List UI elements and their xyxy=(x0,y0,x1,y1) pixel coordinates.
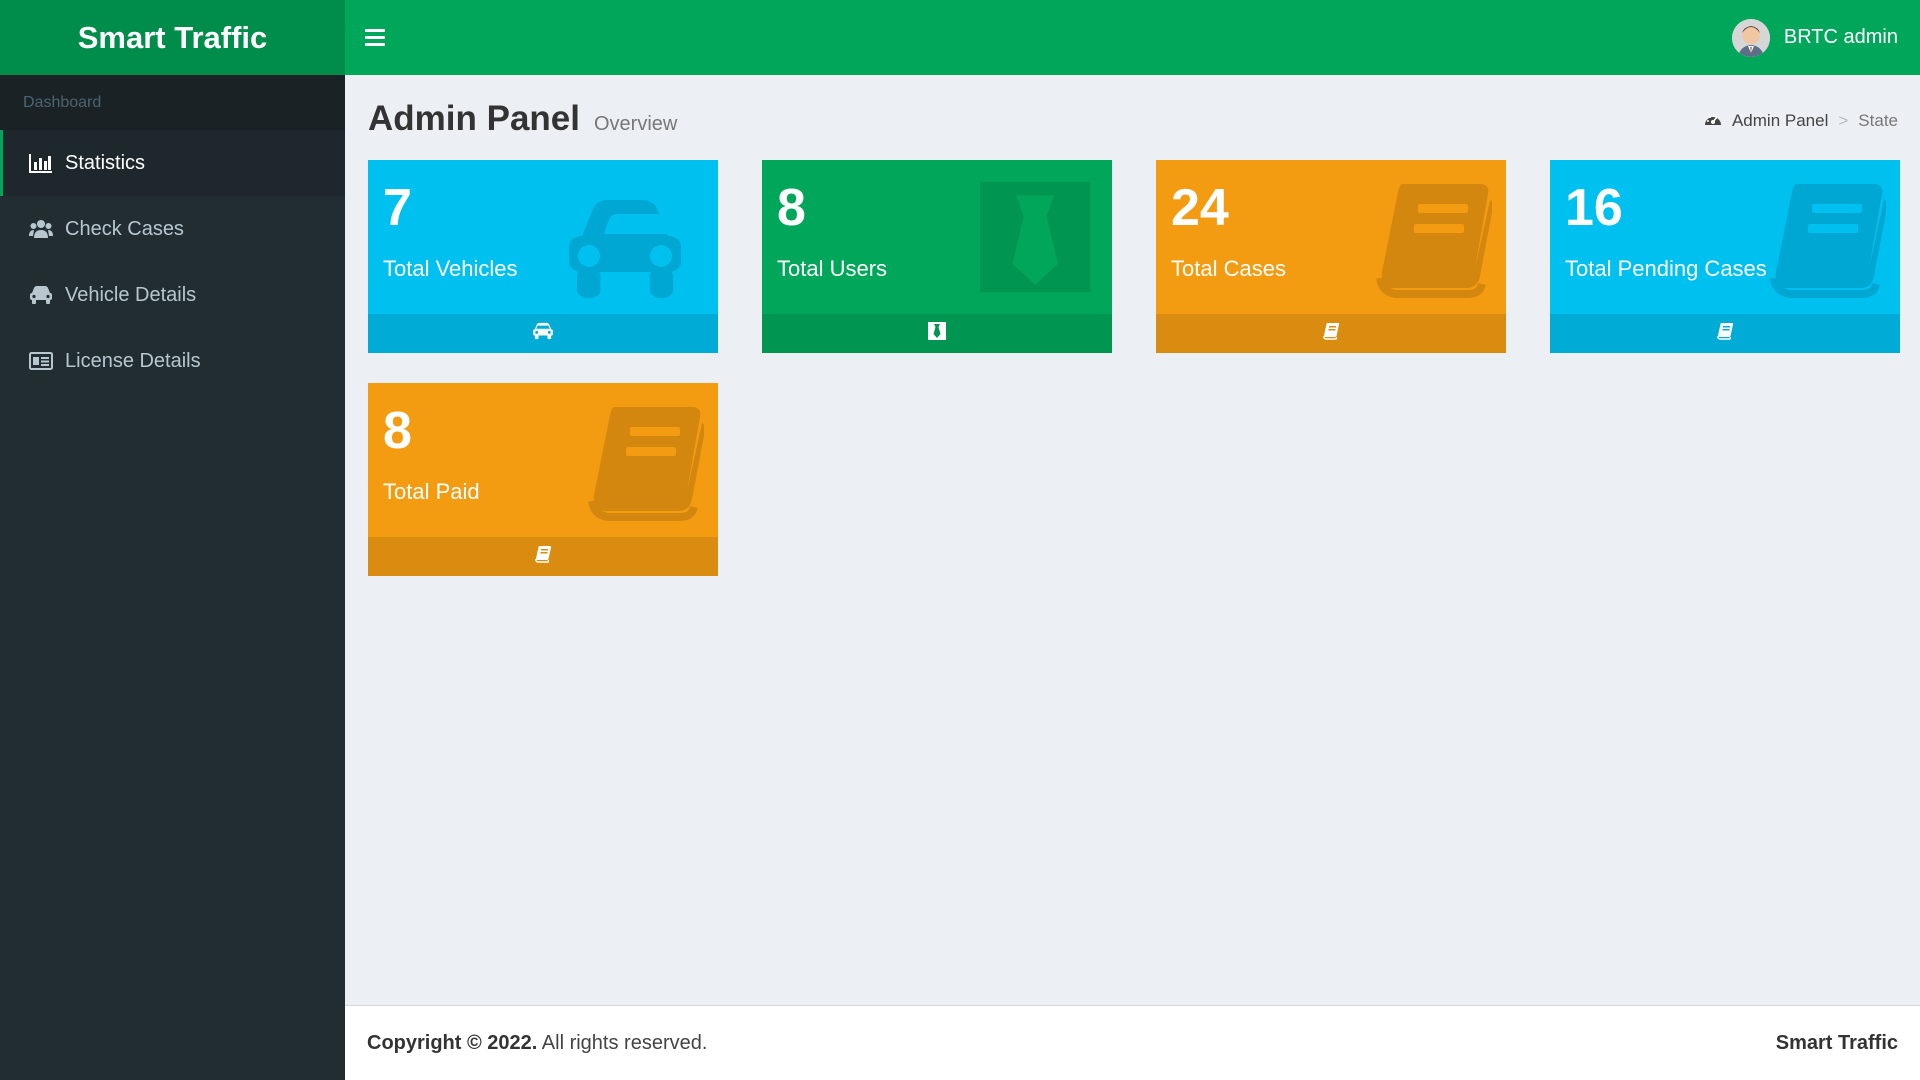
stat-value: 24 xyxy=(1171,179,1229,237)
car-icon xyxy=(531,322,555,345)
breadcrumb: Admin Panel > State xyxy=(1704,111,1898,131)
page-footer: Copyright © 2022. All rights reserved. S… xyxy=(345,1005,1920,1080)
book-icon xyxy=(1770,184,1886,298)
car-icon xyxy=(569,200,682,298)
sidebar-item-label: Vehicle Details xyxy=(65,283,197,306)
black-tie-icon xyxy=(980,182,1091,293)
book-icon xyxy=(1376,184,1492,298)
main-content: Admin Panel Overview Admin Panel > State… xyxy=(345,75,1920,1005)
black-tie-icon xyxy=(928,322,946,345)
navbar: BRTC admin xyxy=(345,0,1920,75)
stat-more-link[interactable] xyxy=(368,314,718,353)
content-header: Admin Panel Overview xyxy=(368,99,677,139)
sidebar: Dashboard Statistics Check Cases Vehicle… xyxy=(0,75,345,1080)
sidebar-item-label: Statistics xyxy=(65,151,146,174)
stat-box-total-paid: 8 Total Paid xyxy=(368,383,718,576)
breadcrumb-separator: > xyxy=(1838,111,1849,130)
stat-box-total-vehicles: 7 Total Vehicles xyxy=(368,160,718,353)
book-icon xyxy=(588,407,704,521)
sidebar-section-label: Dashboard xyxy=(0,75,345,130)
sidebar-item-statistics[interactable]: Statistics xyxy=(0,130,345,196)
copyright-text: Copyright © 2022. xyxy=(367,1031,538,1054)
stat-more-link[interactable] xyxy=(1156,314,1506,353)
sidebar-item-vehicle-details[interactable]: Vehicle Details xyxy=(0,262,345,328)
footer-brand: Smart Traffic xyxy=(1775,1031,1898,1054)
sidebar-item-label: License Details xyxy=(65,349,201,372)
page-title: Admin Panel xyxy=(368,99,580,138)
dashboard-icon xyxy=(1704,111,1722,131)
stat-box-total-pending-cases: 16 Total Pending Cases xyxy=(1550,160,1900,353)
breadcrumb-current: State xyxy=(1858,111,1898,130)
sidebar-item-check-cases[interactable]: Check Cases xyxy=(0,196,345,262)
stat-value: 16 xyxy=(1565,179,1623,237)
brand-logo[interactable]: Smart Traffic xyxy=(0,0,345,75)
stat-label: Total Cases xyxy=(1171,256,1286,281)
stat-box-total-cases: 24 Total Cases xyxy=(1156,160,1506,353)
stat-value: 8 xyxy=(383,402,412,460)
bar-chart-icon xyxy=(29,152,55,174)
stat-box-total-users: 8 Total Users xyxy=(762,160,1112,353)
stat-label: Total Paid xyxy=(383,479,480,504)
stat-more-link[interactable] xyxy=(1550,314,1900,353)
car-icon xyxy=(29,284,55,306)
top-header: Smart Traffic BRTC admin xyxy=(0,0,1920,75)
stat-more-link[interactable] xyxy=(368,537,718,576)
rights-text: All rights reserved. xyxy=(541,1031,708,1054)
sidebar-item-license-details[interactable]: License Details xyxy=(0,328,345,394)
stat-value: 8 xyxy=(777,179,806,237)
stat-label: Total Pending Cases xyxy=(1565,256,1767,281)
page-subtitle: Overview xyxy=(593,113,678,135)
user-name: BRTC admin xyxy=(1783,26,1898,48)
copyright: Copyright © 2022. All rights reserved. xyxy=(367,1032,707,1055)
book-icon xyxy=(1322,322,1340,345)
id-card-icon xyxy=(29,350,55,372)
sidebar-item-label: Check Cases xyxy=(65,217,184,240)
users-icon xyxy=(29,218,55,240)
breadcrumb-home[interactable]: Admin Panel xyxy=(1732,111,1828,131)
stat-value: 7 xyxy=(383,179,412,237)
bars-icon[interactable] xyxy=(365,23,395,53)
book-icon xyxy=(534,545,552,568)
book-icon xyxy=(1716,322,1734,345)
user-menu[interactable]: BRTC admin xyxy=(1731,18,1898,57)
user-avatar xyxy=(1731,18,1770,57)
stat-label: Total Users xyxy=(777,256,888,281)
stat-more-link[interactable] xyxy=(762,314,1112,353)
stat-label: Total Vehicles xyxy=(383,256,518,281)
